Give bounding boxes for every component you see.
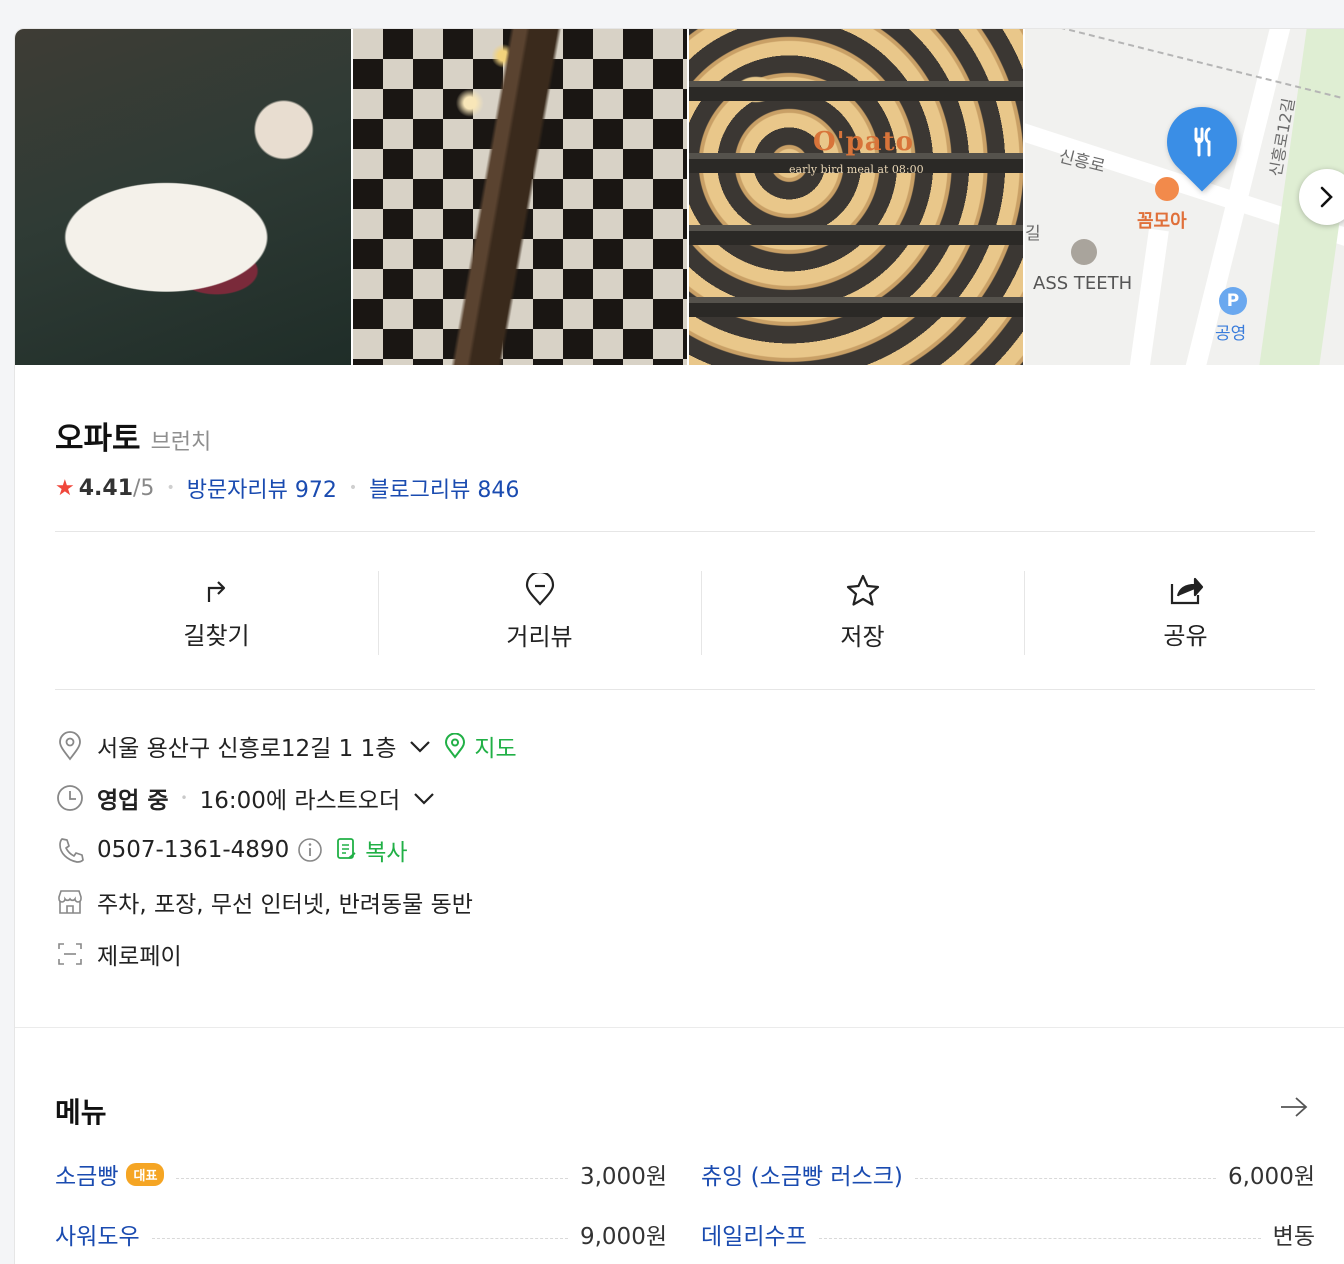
amenities-row: 주차, 포장, 무선 인터넷, 반려동물 동반 (55, 885, 473, 919)
menu-section-title: 메뉴 (55, 1096, 107, 1129)
map-road-label: 길 (1025, 224, 1041, 244)
menu-item-price: 3,000원 (579, 1164, 667, 1190)
last-order-text: 16:00에 라스트오더 (199, 788, 401, 814)
restaurant-marker-icon (1155, 177, 1179, 201)
photo-tagline-text: early bird meal at 08:00 (789, 163, 924, 176)
place-title-row: 오파토 브런치 (55, 413, 211, 458)
menu-item-name[interactable]: 소금빵 (55, 1157, 118, 1191)
share-button[interactable]: 공유 (1024, 567, 1344, 657)
chevron-right-icon (1320, 186, 1333, 208)
share-icon (1170, 577, 1203, 604)
poi-marker-icon (1071, 239, 1097, 265)
place-name: 오파토 (55, 421, 141, 457)
info-icon[interactable] (297, 837, 323, 863)
photo-brunch-plate[interactable] (15, 29, 353, 365)
location-icon (55, 731, 85, 761)
phone-icon (55, 836, 85, 864)
street-view-icon (525, 572, 554, 606)
rating-star-icon: ★ (55, 475, 75, 501)
visitor-reviews-link[interactable]: 방문자리뷰 972 (187, 472, 337, 504)
star-icon (846, 574, 879, 606)
chevron-down-icon[interactable] (408, 738, 432, 754)
section-divider (15, 1027, 1344, 1028)
phone-row: 0507-1361-4890 복사 (55, 833, 408, 867)
address-text: 서울 용산구 신흥로12길 1 1층 (97, 736, 397, 762)
menu-item-name[interactable]: 데일리수프 (701, 1217, 807, 1251)
divider (55, 531, 1315, 532)
hours-row: 영업 중 • 16:00에 라스트오더 (55, 781, 436, 815)
place-card: O'pato early bird meal at 08:00 신흥로 신흥로1… (14, 28, 1344, 1264)
dotted-leader (914, 1177, 1216, 1179)
rating-score: 4.41 (78, 475, 134, 501)
map-poi-label: 꼼모아 (1137, 211, 1187, 232)
dotted-leader (818, 1237, 1261, 1239)
separator-dot: • (180, 791, 188, 805)
map-poi-label: 공영 (1215, 324, 1247, 344)
copy-label: 복사 (365, 840, 408, 866)
map-link-label: 지도 (474, 736, 517, 762)
map-pin-icon (445, 733, 466, 759)
payment-scan-icon (55, 942, 85, 966)
place-category: 브런치 (150, 430, 212, 455)
directions-label: 길찾기 (183, 621, 250, 650)
photo-interior[interactable] (353, 29, 689, 365)
directions-button[interactable]: 길찾기 (55, 567, 378, 657)
separator-dot: • (348, 480, 358, 496)
copy-phone-button[interactable]: 복사 (335, 833, 408, 867)
phone-number[interactable]: 0507-1361-4890 (97, 837, 289, 863)
menu-item-price: 변동 (1272, 1224, 1315, 1250)
business-status: 영업 중 (97, 788, 169, 814)
menu-item-price: 6,000원 (1227, 1164, 1315, 1190)
amenities-text: 주차, 포장, 무선 인터넷, 반려동물 동반 (97, 892, 473, 918)
menu-item-name[interactable]: 사워도우 (55, 1217, 140, 1251)
payment-text: 제로페이 (97, 944, 182, 970)
clock-icon (55, 784, 85, 812)
map-link[interactable]: 지도 (444, 729, 517, 763)
rating-max: /5 (133, 475, 155, 501)
menu-item[interactable]: 데일리수프 변동 (701, 1217, 1315, 1251)
store-icon (55, 889, 85, 915)
directions-icon (207, 580, 225, 602)
menu-item-name[interactable]: 츄잉 (소금빵 러스크) (701, 1157, 903, 1191)
parking-icon: P (1219, 287, 1247, 315)
map-poi-label: ASS TEETH (1033, 273, 1133, 294)
photo-strip: O'pato early bird meal at 08:00 신흥로 신흥로1… (15, 29, 1344, 365)
share-label: 공유 (1163, 621, 1208, 650)
menu-item[interactable]: 사워도우 9,000원 (55, 1217, 667, 1251)
separator-dot: • (166, 480, 175, 496)
save-button[interactable]: 저장 (701, 567, 1024, 657)
copy-icon (337, 838, 356, 859)
street-view-label: 거리뷰 (506, 622, 573, 651)
address-row: 서울 용산구 신흥로12길 1 1층 지도 (55, 729, 517, 763)
menu-item[interactable]: 츄잉 (소금빵 러스크) 6,000원 (701, 1157, 1315, 1191)
save-label: 저장 (840, 622, 885, 651)
photo-brand-text: O'pato (813, 127, 914, 157)
menu-item[interactable]: 소금빵 대표 3,000원 (55, 1157, 667, 1191)
street-view-button[interactable]: 거리뷰 (378, 567, 701, 657)
chevron-down-icon[interactable] (412, 790, 436, 806)
rating-row: ★ 4.41 /5 • 방문자리뷰 972 • 블로그리뷰 846 (55, 472, 519, 504)
signature-badge: 대표 (126, 1162, 165, 1186)
payment-row: 제로페이 (55, 937, 182, 971)
menu-item-price: 9,000원 (579, 1224, 667, 1250)
dotted-leader (176, 1177, 568, 1179)
arrow-right-icon[interactable] (1279, 1095, 1309, 1119)
map-thumbnail[interactable]: 신흥로 신흥로12길 길 꼼모아 ASS TEETH P 공영 (1025, 29, 1344, 365)
divider (55, 689, 1315, 690)
action-bar: 길찾기 거리뷰 저장 공유 (55, 567, 1344, 657)
blog-reviews-link[interactable]: 블로그리뷰 846 (369, 472, 519, 504)
dotted-leader (151, 1237, 568, 1239)
photo-croissants[interactable]: O'pato early bird meal at 08:00 (689, 29, 1025, 365)
